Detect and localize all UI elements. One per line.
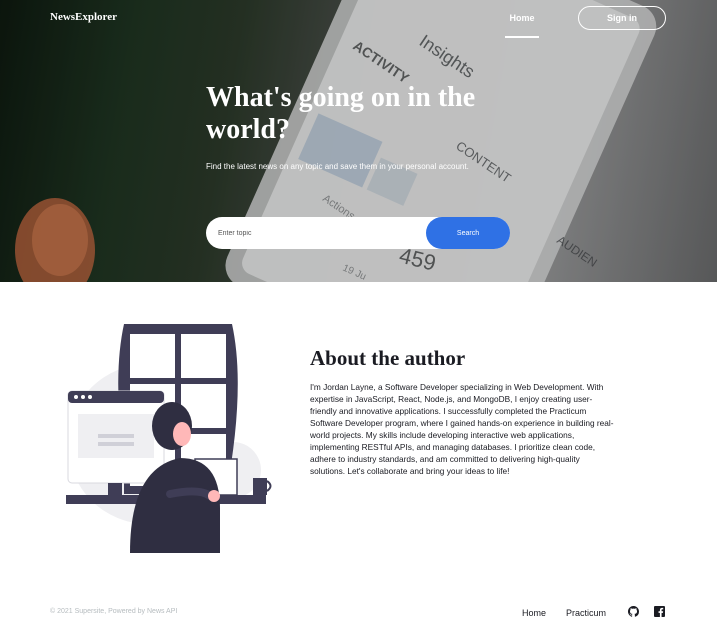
footer-practicum-link[interactable]: Practicum: [566, 608, 606, 617]
about-text: I'm Jordan Layne, a Software Developer s…: [310, 382, 614, 476]
nav-home-link[interactable]: Home: [505, 13, 539, 23]
search-input[interactable]: [218, 225, 418, 241]
search-form: Search: [206, 217, 510, 249]
nav-active-underline: [505, 36, 539, 38]
signin-button[interactable]: Sign in: [578, 6, 666, 30]
hero-title: What's going on in the world?: [206, 82, 476, 145]
author-illustration: [66, 324, 272, 553]
site-header: NewsExplorer Home Sign in: [0, 0, 717, 40]
hero-subtitle: Find the latest news on any topic and sa…: [206, 162, 469, 171]
github-icon[interactable]: [628, 606, 639, 617]
logo[interactable]: NewsExplorer: [50, 11, 117, 23]
search-button[interactable]: Search: [426, 217, 510, 249]
facebook-icon[interactable]: [654, 606, 665, 617]
footer-copyright: © 2021 Supersite, Powered by News API: [50, 608, 178, 615]
hero-section: Insights ACTIVITY CONTENT Actions AUDIEN…: [0, 0, 717, 282]
about-title: About the author: [310, 346, 466, 370]
footer-home-link[interactable]: Home: [522, 608, 546, 617]
